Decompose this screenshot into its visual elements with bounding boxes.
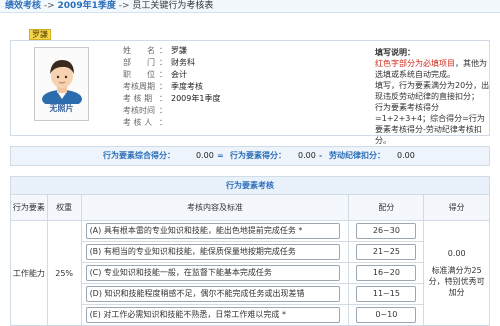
evaluation-table: 行为要素 权重 考核内容及标准 配分 得分 工作能力 25% (A) 具有根本雷… bbox=[10, 194, 490, 326]
table-row: (B) 有相当的专业知识和技能，能保质保量地按期完成任务 21~25 bbox=[11, 241, 490, 263]
discipline-deduction-value: 0.00 bbox=[397, 151, 415, 160]
breadcrumb-current: 员工关键行为考核表 bbox=[132, 1, 214, 11]
points-cell: 26~30 bbox=[348, 220, 425, 242]
required-note: 红色字部分为必填项目 bbox=[375, 59, 455, 68]
criterion-option[interactable]: (E) 对工作必需知识和技能不熟悉，日常工作难以完成 * bbox=[85, 307, 340, 323]
criterion-option[interactable]: (A) 具有根本雷的专业知识和技能，能出色地提前完成任务 * bbox=[85, 223, 340, 239]
instructions-title: 填写说明： bbox=[375, 48, 415, 57]
column-header: 行为要素 bbox=[10, 194, 48, 221]
criterion-cell: (E) 对工作必需知识和技能不熟悉，日常工作难以完成 * bbox=[80, 304, 350, 326]
column-header: 配分 bbox=[348, 194, 425, 221]
field-cycle: 考核周期：季度考核 bbox=[123, 82, 203, 91]
field-label: 职 位 bbox=[123, 70, 155, 79]
points-range[interactable]: 21~25 bbox=[356, 244, 417, 260]
employee-name-tab[interactable]: 罗謙 bbox=[29, 29, 51, 40]
field-value: 2009年1季度 bbox=[171, 94, 221, 103]
breadcrumb: 绩效考核 -> 2009年1季度 -> 员工关键行为考核表 bbox=[0, 0, 500, 13]
photo-label: 无照片 bbox=[49, 104, 74, 113]
employee-info-panel: 无照片 姓 名：罗謙 部 门：财务科 职 位：会计 考核周期：季度考核 考 核 … bbox=[10, 40, 490, 145]
field-value: 罗謙 bbox=[171, 46, 187, 55]
field-position: 职 位：会计 bbox=[123, 70, 187, 79]
breadcrumb-separator: -> bbox=[41, 1, 58, 11]
points-cell: 0~10 bbox=[348, 304, 425, 326]
points-cell: 21~25 bbox=[348, 241, 425, 263]
column-header: 权重 bbox=[46, 194, 82, 221]
instructions-line: 行为要素考核得分=1+2+3+4；综合得分=行为要素考核得分-劳动纪律考核扣分。 bbox=[375, 103, 485, 145]
field-label: 考核时间 bbox=[123, 106, 155, 115]
points-range[interactable]: 26~30 bbox=[356, 223, 417, 239]
score-summary-bar: 行为要素综合得分： 0.00 = 行为要素得分： 0.00 - 劳动纪律扣分： … bbox=[10, 146, 490, 166]
instructions: 填写说明： 红色字部分为必填项目，其他为选填或系统自动完成。 填写，行为要素满分… bbox=[375, 47, 490, 146]
employee-photo: 无照片 bbox=[34, 47, 89, 121]
criterion-option[interactable]: (D) 知识和技能程度稍感不足，偶尔不能完成任务或出现差错 bbox=[85, 286, 340, 302]
weight-cell: 25% bbox=[46, 220, 82, 326]
discipline-deduction-label: 劳动纪律扣分： bbox=[329, 151, 385, 160]
criterion-option[interactable]: (B) 有相当的专业知识和技能，能保质保量地按期完成任务 bbox=[85, 244, 340, 260]
criterion-cell: (C) 专业知识和技能一般，在监督下能基本完成任务 bbox=[80, 262, 350, 284]
overall-score-value: 0.00 bbox=[196, 151, 214, 160]
criterion-option[interactable]: (C) 专业知识和技能一般，在监督下能基本完成任务 bbox=[85, 265, 340, 281]
field-label: 考核周期 bbox=[123, 82, 155, 91]
criterion-cell: (A) 具有根本雷的专业知识和技能，能出色地提前完成任务 * bbox=[80, 220, 350, 242]
field-label: 考 核 人 bbox=[123, 118, 153, 127]
column-header: 考核内容及标准 bbox=[80, 194, 350, 221]
avatar-placeholder-icon bbox=[42, 60, 82, 104]
points-cell: 11~15 bbox=[348, 283, 425, 305]
score-cell: 0.00 标准满分为25分，特别优秀可加分 bbox=[423, 220, 490, 326]
score-note: 标准满分为25分，特别优秀可加分 bbox=[428, 266, 485, 297]
table-row: (D) 知识和技能程度稍感不足，偶尔不能完成任务或出现差错 11~15 bbox=[11, 283, 490, 305]
field-value: 会计 bbox=[171, 70, 187, 79]
breadcrumb-separator: -> bbox=[115, 1, 133, 11]
points-range[interactable]: 11~15 bbox=[356, 286, 417, 302]
section-title: 行为要素考核 bbox=[10, 176, 490, 194]
points-range[interactable]: 0~10 bbox=[356, 307, 417, 323]
field-department: 部 门：财务科 bbox=[123, 58, 195, 67]
criterion-cell: (B) 有相当的专业知识和技能，能保质保量地按期完成任务 bbox=[80, 241, 350, 263]
category-cell: 工作能力 bbox=[10, 220, 48, 326]
points-range[interactable]: 16~20 bbox=[356, 265, 417, 281]
table-row: (E) 对工作必需知识和技能不熟悉，日常工作难以完成 * 0~10 bbox=[11, 304, 490, 326]
instructions-line: 填写，行为要素满分为20分，出现违反劳动纪律的直接扣分； bbox=[375, 81, 490, 101]
field-review-time: 考核时间： bbox=[123, 106, 167, 115]
instructions-line: 红色字部分为必填项目，其他为选填或系统自动完成。 bbox=[375, 59, 487, 79]
overall-score-label: 行为要素综合得分： bbox=[103, 151, 175, 160]
criterion-cell: (D) 知识和技能程度稍感不足，偶尔不能完成任务或出现差错 bbox=[80, 283, 350, 305]
field-value: 财务科 bbox=[171, 58, 195, 67]
table-row: 工作能力 25% (A) 具有根本雷的专业知识和技能，能出色地提前完成任务 * … bbox=[10, 220, 490, 326]
column-header: 得分 bbox=[423, 194, 490, 221]
table-header-row: 行为要素 权重 考核内容及标准 配分 得分 bbox=[10, 194, 490, 221]
score-value: 0.00 bbox=[447, 249, 466, 258]
element-score-value: 0.00 bbox=[298, 151, 316, 160]
field-label: 部 门 bbox=[123, 58, 155, 67]
points-cell: 16~20 bbox=[348, 262, 425, 284]
field-value: 季度考核 bbox=[171, 82, 203, 91]
element-score-label: 行为要素得分： bbox=[230, 151, 286, 160]
field-period: 考 核 期： 2009年1季度 bbox=[123, 94, 221, 103]
breadcrumb-period[interactable]: 2009年1季度 bbox=[58, 1, 116, 11]
field-label: 姓 名 bbox=[123, 46, 155, 55]
field-label: 考 核 期 bbox=[123, 94, 153, 103]
field-reviewer: 考 核 人： bbox=[123, 118, 167, 127]
table-row: (C) 专业知识和技能一般，在监督下能基本完成任务 16~20 bbox=[11, 262, 490, 284]
field-name: 姓 名：罗謙 bbox=[123, 46, 187, 55]
breadcrumb-section[interactable]: 绩效考核 bbox=[5, 1, 41, 11]
